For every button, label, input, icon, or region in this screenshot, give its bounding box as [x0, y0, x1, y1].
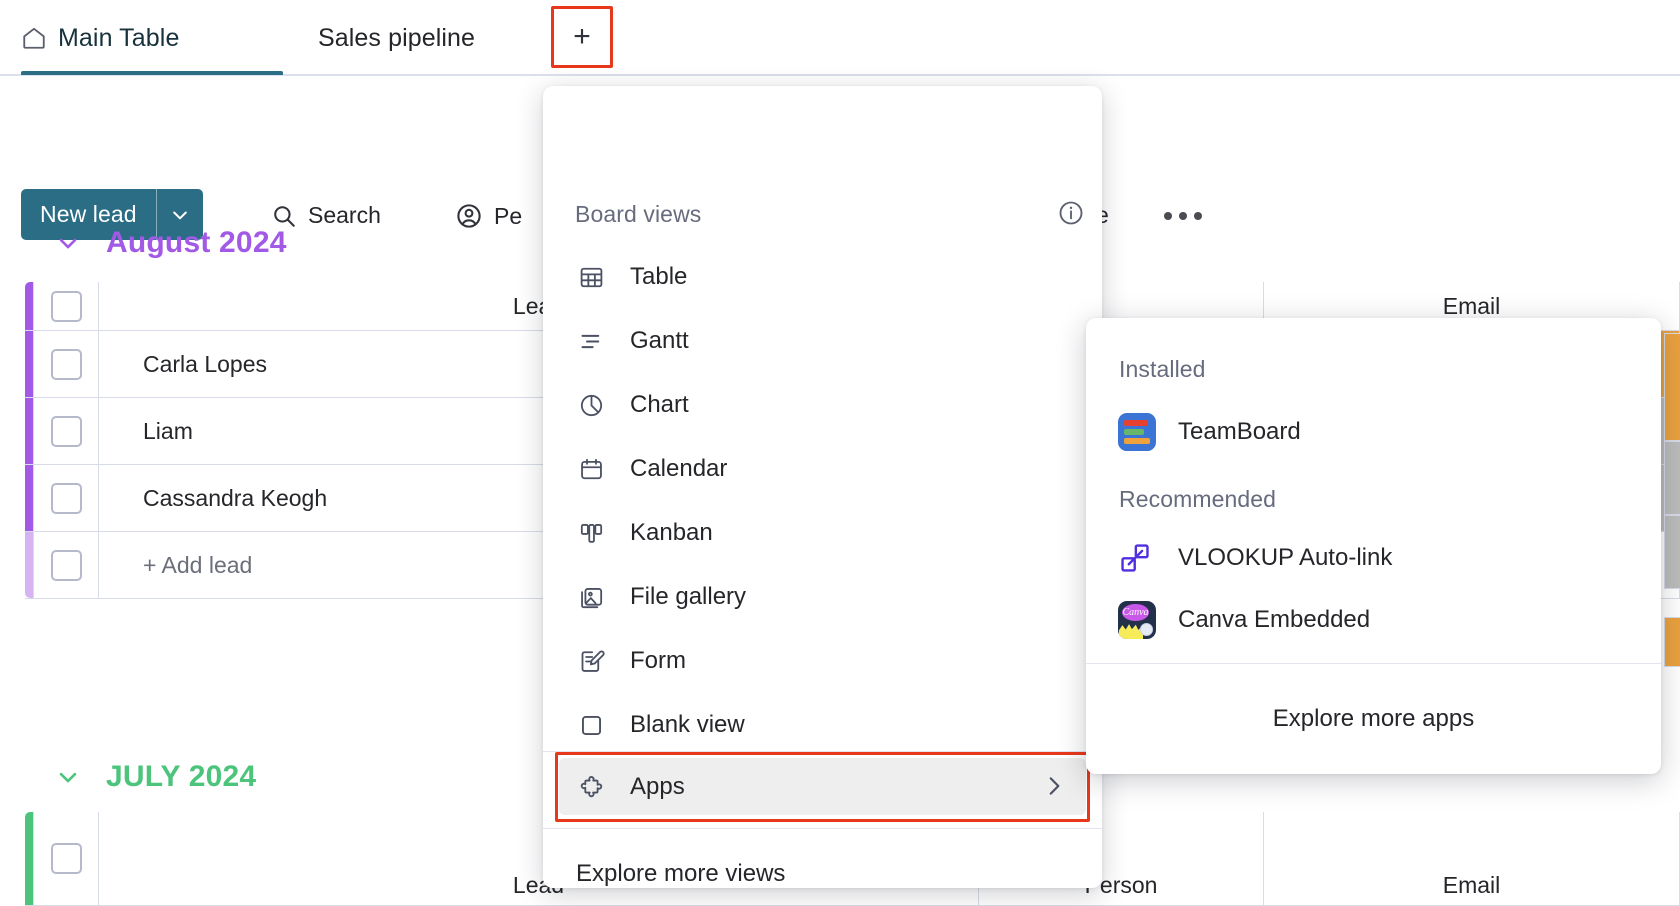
tab-main-table-label: Main Table [58, 24, 179, 53]
status-swatch-right-1 [1664, 333, 1680, 441]
tab-active-indicator [21, 71, 283, 75]
search-label: Search [308, 202, 381, 229]
board-views-title: Board views [575, 201, 701, 228]
row-checkbox[interactable] [51, 550, 82, 581]
teamboard-icon [1118, 413, 1156, 451]
group-color-rail [25, 812, 33, 905]
add-view-button[interactable]: + [555, 10, 609, 64]
menu-item-kanban-label: Kanban [630, 519, 713, 547]
select-all-cell [33, 282, 99, 330]
status-swatch-right-2 [1664, 441, 1680, 515]
menu-item-gantt[interactable]: Gantt [559, 318, 1086, 364]
table-icon [576, 264, 606, 291]
menu-item-table[interactable]: Table [559, 254, 1086, 300]
menu-divider-top [543, 751, 1102, 752]
dot [1164, 212, 1172, 220]
group-color-rail [25, 282, 33, 330]
column-header-email[interactable]: Email [1264, 812, 1680, 905]
square-icon [576, 712, 606, 739]
menu-item-chart-label: Chart [630, 391, 689, 419]
app-item-teamboard-label: TeamBoard [1178, 418, 1301, 446]
group-title-july: JULY 2024 [106, 760, 256, 794]
tab-sales-pipeline-label: Sales pipeline [318, 24, 475, 53]
row-select-cell [33, 465, 99, 531]
chevron-down-icon[interactable] [54, 763, 82, 791]
menu-item-file-gallery[interactable]: File gallery [559, 574, 1086, 620]
group-title-august: August 2024 [106, 226, 287, 260]
app-item-canva-label: Canva Embedded [1178, 606, 1370, 634]
app-item-vlookup-label: VLOOKUP Auto-link [1178, 544, 1392, 572]
group-color-rail [25, 398, 33, 464]
row-checkbox[interactable] [51, 416, 82, 447]
row-select-cell [33, 532, 99, 598]
menu-item-form[interactable]: Form [559, 638, 1086, 684]
add-view-plus-label: + [573, 20, 591, 54]
apps-submenu-panel: Installed TeamBoard Recommended VLOOKUP … [1086, 318, 1661, 774]
board-views-menu: Board views Table Gantt [543, 86, 1102, 888]
explore-more-views-button[interactable]: Explore more views [576, 848, 785, 900]
search-icon [271, 203, 297, 229]
group-color-rail [25, 331, 33, 397]
kanban-icon [576, 520, 606, 547]
dot [1179, 212, 1187, 220]
app-item-teamboard[interactable]: TeamBoard [1118, 408, 1301, 456]
group-header-july: JULY 2024 [54, 760, 256, 794]
menu-item-apps-label: Apps [630, 773, 685, 801]
menu-item-file-gallery-label: File gallery [630, 583, 746, 611]
menu-item-table-label: Table [630, 263, 687, 291]
menu-item-blank-view[interactable]: Blank view [559, 702, 1086, 748]
menu-item-form-label: Form [630, 647, 686, 675]
app-root: Main Table Sales pipeline + New lead Sea… [0, 0, 1680, 906]
more-options-button[interactable] [1164, 212, 1202, 220]
search-button[interactable]: Search [271, 202, 381, 229]
row-checkbox[interactable] [51, 483, 82, 514]
person-filter-button[interactable]: Pe [455, 202, 522, 230]
info-circle-icon[interactable] [1057, 199, 1085, 227]
menu-item-kanban[interactable]: Kanban [559, 510, 1086, 556]
person-icon [455, 202, 483, 230]
puzzle-icon [576, 773, 606, 800]
status-swatch-right-4 [1664, 617, 1680, 667]
menu-item-blank-view-label: Blank view [630, 711, 745, 739]
select-all-checkbox[interactable] [51, 291, 82, 322]
pie-chart-icon [576, 392, 606, 419]
row-checkbox[interactable] [51, 349, 82, 380]
menu-item-apps[interactable]: Apps [559, 758, 1086, 815]
menu-item-calendar[interactable]: Calendar [559, 446, 1086, 492]
chevron-right-icon [1041, 773, 1067, 799]
calendar-icon [576, 456, 606, 483]
app-item-vlookup[interactable]: VLOOKUP Auto-link [1118, 536, 1392, 580]
group-header-august: August 2024 [54, 226, 287, 260]
group-color-rail [25, 465, 33, 531]
app-item-canva[interactable]: Canva Canva Embedded [1118, 598, 1370, 642]
dot [1194, 212, 1202, 220]
menu-item-gantt-label: Gantt [630, 327, 689, 355]
vlookup-arrow-icon [1118, 539, 1156, 577]
board-tab-bar: Main Table Sales pipeline + [0, 0, 1680, 76]
group-color-rail [25, 532, 33, 598]
row-select-cell [33, 398, 99, 464]
tab-sales-pipeline[interactable]: Sales pipeline [318, 0, 475, 76]
menu-divider-bottom [543, 828, 1102, 829]
home-icon [21, 25, 47, 51]
person-label: Pe [494, 203, 522, 230]
explore-more-apps-label: Explore more apps [1273, 705, 1474, 733]
recommended-section-label: Recommended [1119, 486, 1276, 513]
chevron-down-icon[interactable] [54, 229, 82, 257]
status-swatch-right-3 [1664, 515, 1680, 589]
menu-item-chart[interactable]: Chart [559, 382, 1086, 428]
row-select-cell [33, 331, 99, 397]
canva-icon: Canva [1118, 601, 1156, 639]
select-all-cell [33, 812, 99, 905]
image-icon [576, 584, 606, 611]
installed-section-label: Installed [1119, 356, 1206, 383]
explore-more-apps-button[interactable]: Explore more apps [1086, 663, 1661, 774]
menu-item-calendar-label: Calendar [630, 455, 727, 483]
form-icon [576, 648, 606, 675]
gantt-icon [576, 328, 606, 355]
explore-more-views-label: Explore more views [576, 860, 785, 888]
tab-main-table[interactable]: Main Table [21, 0, 179, 76]
select-all-checkbox[interactable] [51, 843, 82, 874]
